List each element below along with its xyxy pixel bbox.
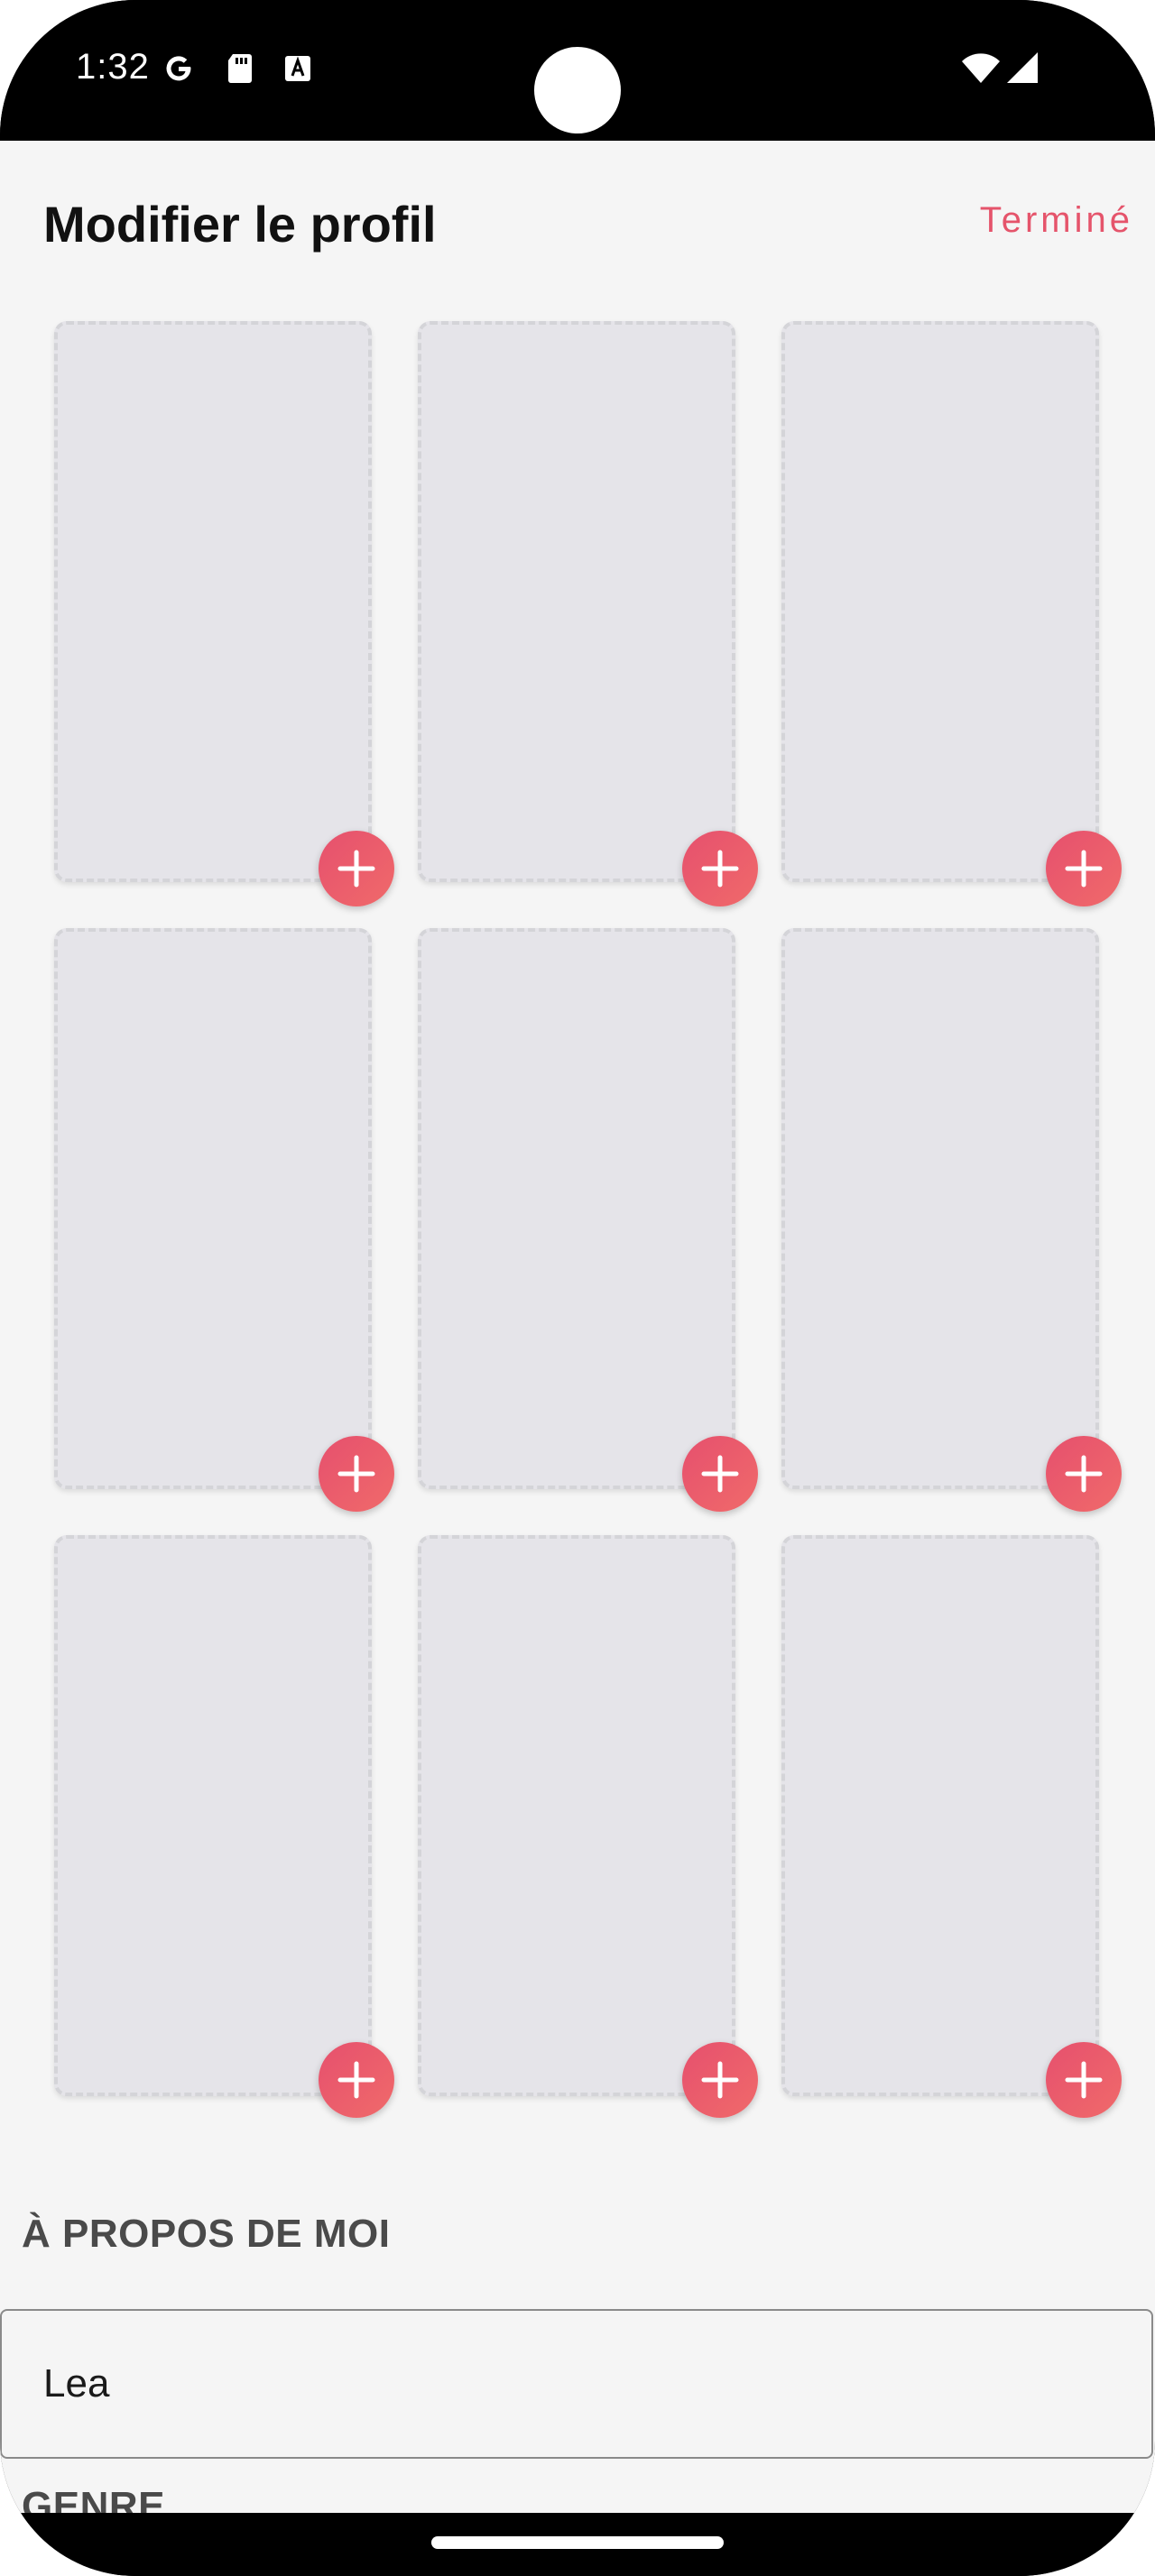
status-time: 1:32 [76, 47, 150, 87]
page-title: Modifier le profil [43, 196, 437, 253]
device-frame: 1:32 Modifier le profil Terminé À PROPOS… [0, 0, 1155, 2576]
plus-icon [337, 1455, 375, 1493]
about-heading: À PROPOS DE MOI [22, 2212, 391, 2256]
edit-profile-screen: Modifier le profil Terminé À PROPOS DE M… [0, 141, 1155, 2513]
photo-slot[interactable] [781, 321, 1099, 882]
home-indicator[interactable] [431, 2536, 724, 2549]
font-icon [280, 51, 316, 87]
add-photo-button[interactable] [1046, 831, 1122, 906]
add-photo-button[interactable] [1046, 2042, 1122, 2118]
photo-slot[interactable] [781, 1535, 1099, 2096]
plus-icon [1065, 2061, 1103, 2099]
photo-slot[interactable] [418, 928, 735, 1489]
add-photo-button[interactable] [1046, 1436, 1122, 1512]
add-photo-button[interactable] [682, 831, 758, 906]
plus-icon [701, 2061, 739, 2099]
photo-slot[interactable] [54, 928, 372, 1489]
photo-slot[interactable] [418, 321, 735, 882]
wifi-icon [960, 51, 1002, 87]
photo-slot[interactable] [54, 1535, 372, 2096]
sd-card-icon [222, 51, 258, 87]
google-icon [161, 51, 197, 87]
add-photo-button[interactable] [682, 2042, 758, 2118]
plus-icon [1065, 850, 1103, 888]
plus-icon [701, 1455, 739, 1493]
plus-icon [1065, 1455, 1103, 1493]
add-photo-button[interactable] [319, 831, 394, 906]
photo-slot[interactable] [54, 321, 372, 882]
plus-icon [701, 850, 739, 888]
add-photo-button[interactable] [682, 1436, 758, 1512]
plus-icon [337, 850, 375, 888]
photo-slot[interactable] [418, 1535, 735, 2096]
photo-slot[interactable] [781, 928, 1099, 1489]
gender-heading: GENRE [22, 2484, 165, 2513]
done-button[interactable]: Terminé [980, 200, 1133, 241]
plus-icon [337, 2061, 375, 2099]
add-photo-button[interactable] [319, 2042, 394, 2118]
about-input[interactable]: Lea [0, 2309, 1153, 2459]
camera-cutout [534, 47, 621, 133]
status-bar: 1:32 [0, 0, 1155, 141]
signal-icon [1003, 51, 1041, 87]
add-photo-button[interactable] [319, 1436, 394, 1512]
